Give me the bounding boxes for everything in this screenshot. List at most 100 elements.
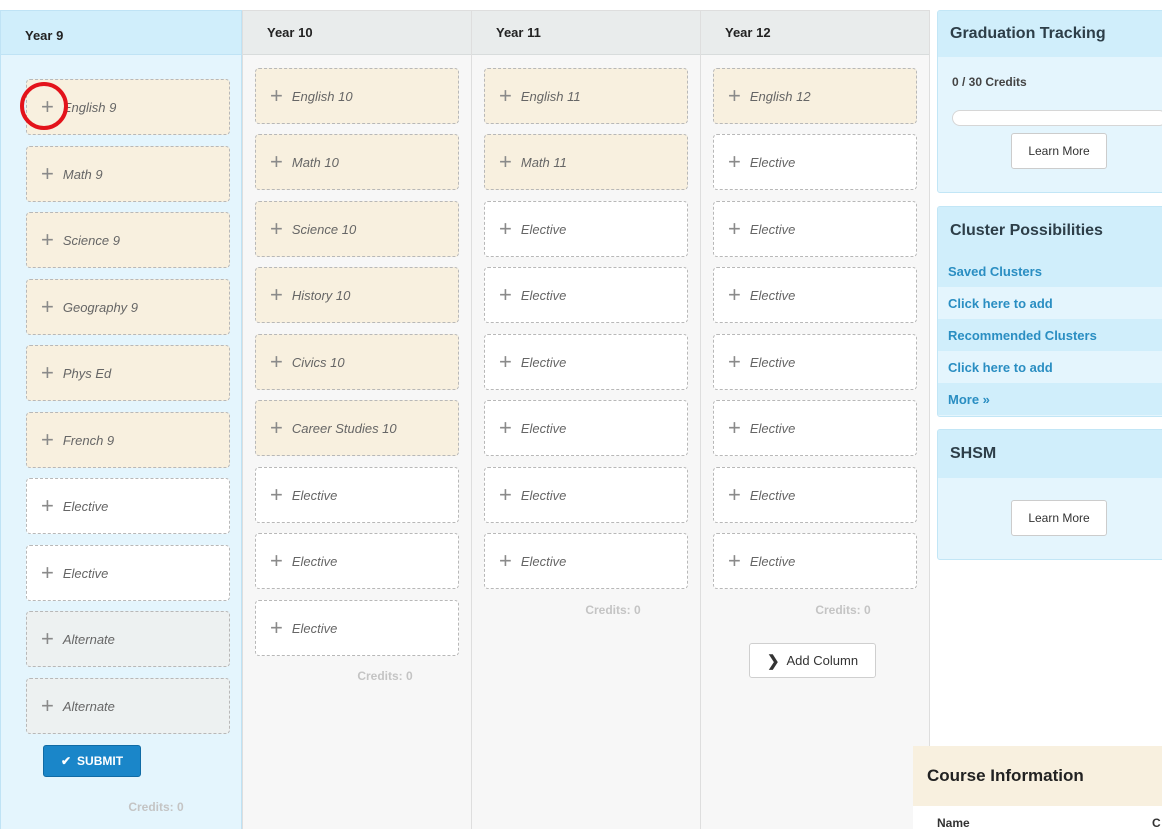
- plus-icon: +: [41, 427, 54, 452]
- course-label: Elective: [749, 287, 796, 303]
- cluster-possibilities-panel: Cluster Possibilities Saved Clusters Cli…: [937, 206, 1162, 417]
- course-slot[interactable]: + Elective: [484, 201, 688, 257]
- more-clusters-link[interactable]: More »: [948, 392, 990, 407]
- column-header-name: Name: [937, 816, 970, 829]
- course-slot[interactable]: + English 11: [484, 68, 688, 124]
- shsm-learn-more-button[interactable]: Learn More: [1011, 500, 1107, 536]
- year-9-header: Year 9: [1, 11, 241, 55]
- course-slot[interactable]: + Alternate: [26, 611, 230, 667]
- plus-icon: +: [41, 560, 54, 585]
- course-slot[interactable]: + Science 10: [255, 201, 459, 257]
- course-slot[interactable]: + English 12: [713, 68, 917, 124]
- course-slot[interactable]: + Geography 9: [26, 279, 230, 335]
- course-slot[interactable]: + Elective: [255, 533, 459, 589]
- course-label: Elective: [520, 287, 567, 303]
- more-clusters-row[interactable]: More »: [938, 383, 1162, 415]
- course-slot[interactable]: + Elective: [713, 400, 917, 456]
- plus-icon: +: [728, 216, 741, 241]
- plus-icon: +: [270, 548, 283, 573]
- plus-icon: +: [41, 493, 54, 518]
- recommended-clusters-add-link[interactable]: Click here to add: [948, 360, 1053, 375]
- course-label: English 9: [62, 99, 117, 115]
- year-10-header: Year 10: [243, 11, 471, 55]
- course-label: Elective: [749, 221, 796, 237]
- graduation-learn-more-button[interactable]: Learn More: [1011, 133, 1107, 169]
- course-label: Elective: [520, 420, 567, 436]
- plus-icon: +: [270, 149, 283, 174]
- shsm-panel: SHSM Learn More: [937, 429, 1162, 560]
- year-12-credits: Credits: 0: [815, 603, 871, 617]
- course-slot[interactable]: + Elective: [484, 533, 688, 589]
- cluster-possibilities-title: Cluster Possibilities: [938, 207, 1162, 255]
- saved-clusters-add-link[interactable]: Click here to add: [948, 296, 1053, 311]
- course-slot[interactable]: + Elective: [713, 533, 917, 589]
- year-11-header: Year 11: [472, 11, 700, 55]
- course-label: Elective: [520, 354, 567, 370]
- course-slot[interactable]: + English 10: [255, 68, 459, 124]
- plus-icon: +: [270, 415, 283, 440]
- course-label: Elective: [62, 565, 109, 581]
- course-label: English 10: [291, 88, 353, 104]
- course-slot[interactable]: + French 9: [26, 412, 230, 468]
- course-label: Elective: [749, 154, 796, 170]
- add-column-button[interactable]: ❯ Add Column: [749, 643, 876, 678]
- course-slot[interactable]: + Elective: [713, 201, 917, 257]
- saved-clusters-heading[interactable]: Saved Clusters: [938, 255, 1162, 287]
- submit-button[interactable]: ✔ SUBMIT: [43, 745, 141, 777]
- plus-icon: +: [728, 548, 741, 573]
- course-slot[interactable]: + Elective: [484, 267, 688, 323]
- plus-icon: +: [499, 216, 512, 241]
- course-slot[interactable]: + Math 9: [26, 146, 230, 202]
- course-label: Elective: [749, 553, 796, 569]
- course-slot[interactable]: + Phys Ed: [26, 345, 230, 401]
- course-slot[interactable]: + History 10: [255, 267, 459, 323]
- plus-icon: +: [728, 282, 741, 307]
- recommended-clusters-link[interactable]: Recommended Clusters: [948, 328, 1097, 343]
- plus-icon: +: [41, 161, 54, 186]
- plus-icon: +: [41, 626, 54, 651]
- course-slot[interactable]: + Elective: [713, 334, 917, 390]
- course-slot[interactable]: + Math 10: [255, 134, 459, 190]
- course-slot[interactable]: + Elective: [713, 134, 917, 190]
- saved-clusters-link[interactable]: Saved Clusters: [948, 264, 1042, 279]
- plus-icon: +: [41, 294, 54, 319]
- shsm-title: SHSM: [938, 430, 1162, 478]
- highlight-circle: [20, 82, 68, 130]
- course-label: Science 10: [291, 221, 357, 237]
- course-label: Elective: [520, 553, 567, 569]
- course-slot[interactable]: + Elective: [255, 467, 459, 523]
- course-slot[interactable]: + Elective: [255, 600, 459, 656]
- course-label: Elective: [291, 553, 338, 569]
- recommended-clusters-add-row[interactable]: Click here to add: [938, 351, 1162, 383]
- course-information-table: Name C: [913, 806, 1162, 829]
- year-9-credits: Credits: 0: [128, 800, 184, 814]
- course-label: Elective: [749, 420, 796, 436]
- course-label: Elective: [291, 487, 338, 503]
- plus-icon: +: [270, 615, 283, 640]
- course-slot[interactable]: + Elective: [713, 267, 917, 323]
- plus-icon: +: [499, 149, 512, 174]
- course-slot[interactable]: + Career Studies 10: [255, 400, 459, 456]
- course-slot[interactable]: + Elective: [484, 400, 688, 456]
- course-slot[interactable]: + Elective: [26, 478, 230, 534]
- course-slot[interactable]: + Science 9: [26, 212, 230, 268]
- course-slot[interactable]: + Civics 10: [255, 334, 459, 390]
- course-label: Elective: [520, 487, 567, 503]
- course-slot[interactable]: + Elective: [713, 467, 917, 523]
- plus-icon: +: [270, 282, 283, 307]
- recommended-clusters-heading[interactable]: Recommended Clusters: [938, 319, 1162, 351]
- course-label: History 10: [291, 287, 351, 303]
- course-label: Science 9: [62, 232, 120, 248]
- course-slot[interactable]: + Elective: [484, 334, 688, 390]
- course-slot[interactable]: + Elective: [484, 467, 688, 523]
- plus-icon: +: [499, 282, 512, 307]
- plus-icon: +: [728, 149, 741, 174]
- saved-clusters-add-row[interactable]: Click here to add: [938, 287, 1162, 319]
- course-slot[interactable]: + Math 11: [484, 134, 688, 190]
- course-label: Elective: [520, 221, 567, 237]
- course-slot[interactable]: + Alternate: [26, 678, 230, 734]
- course-label: Alternate: [62, 631, 115, 647]
- course-slot[interactable]: + Elective: [26, 545, 230, 601]
- plus-icon: +: [728, 415, 741, 440]
- course-planner: Year 9 Year 10 Year 11 Year 12 + English …: [0, 0, 1162, 829]
